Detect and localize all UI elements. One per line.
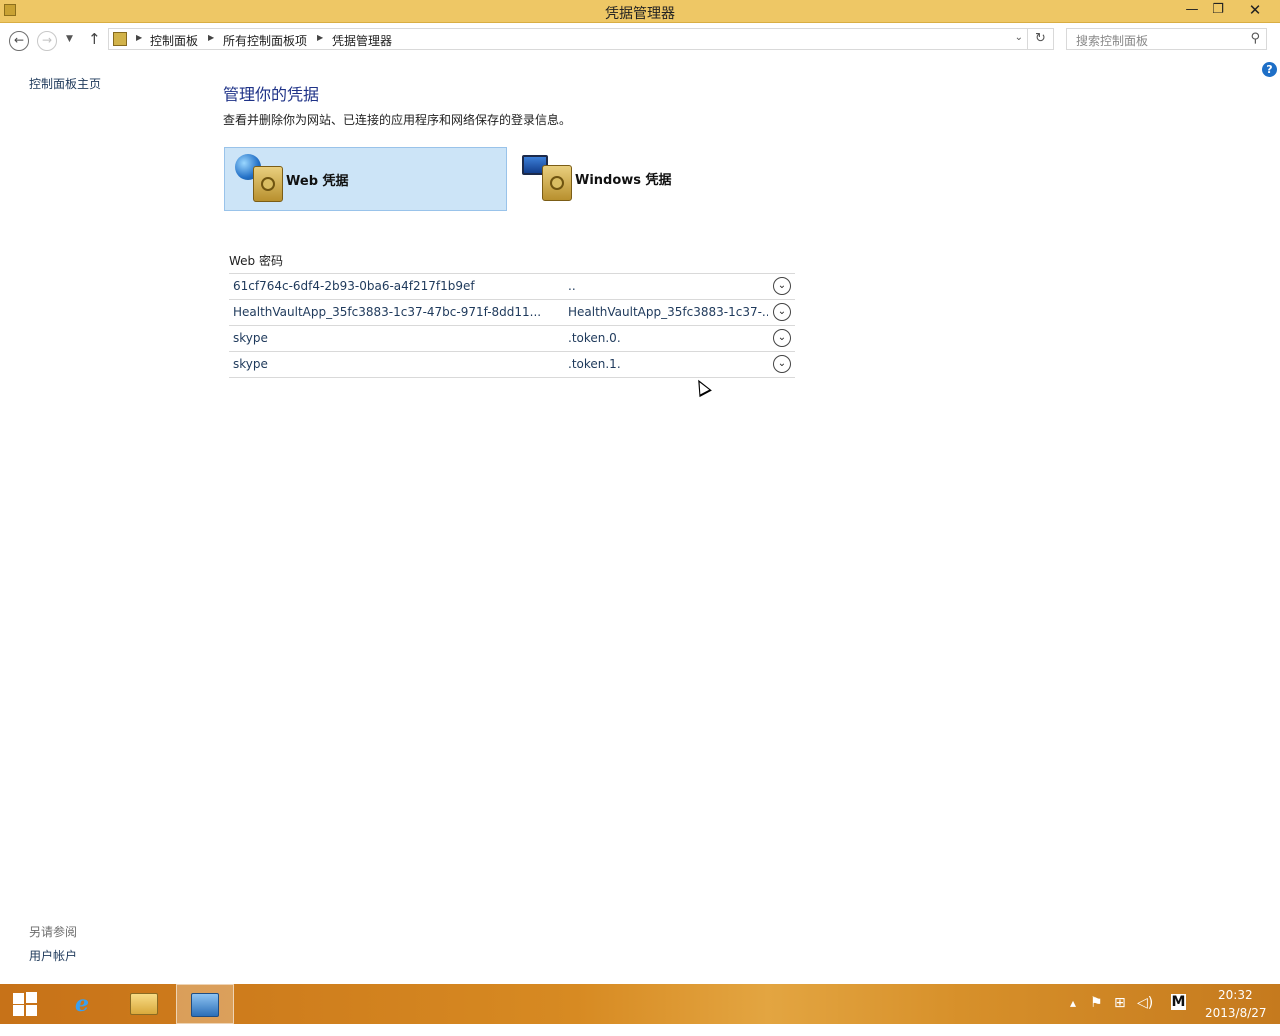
taskbar: e ▴ ⚑ ⊞ ◁) M: [0, 984, 1280, 1024]
breadcrumb-separator-icon[interactable]: ▶: [208, 33, 214, 42]
vault-icon: [253, 166, 283, 202]
expand-chevron-icon[interactable]: ⌄: [773, 329, 791, 347]
web-passwords-heading: Web 密码: [229, 254, 283, 268]
control-panel-home-link[interactable]: 控制面板主页: [29, 75, 101, 92]
credentials-list: 61cf764c-6df4-2b93-0ba6-a4f217f1b9ef .. …: [229, 273, 795, 378]
file-explorer-button[interactable]: [116, 984, 172, 1024]
help-icon[interactable]: ?: [1262, 62, 1277, 77]
windows-credentials-tile[interactable]: Windows 凭据: [514, 147, 797, 211]
web-credentials-label: Web 凭据: [286, 174, 349, 189]
address-dropdown-icon[interactable]: ⌄: [1015, 32, 1023, 43]
search-icon[interactable]: ⚲: [1250, 31, 1260, 46]
expand-chevron-icon[interactable]: ⌄: [773, 277, 791, 295]
start-button[interactable]: [0, 984, 50, 1024]
control-panel-icon: [191, 993, 219, 1017]
up-button[interactable]: ↑: [88, 30, 101, 48]
credential-row[interactable]: skype .token.1. ⌄: [229, 352, 795, 378]
credential-resource: skype: [233, 331, 268, 345]
credential-resource: HealthVaultApp_35fc3883-1c37-47bc-971f-8…: [233, 305, 542, 319]
control-panel-taskbar-button[interactable]: [176, 984, 234, 1024]
page-title: 管理你的凭据: [223, 85, 320, 104]
internet-explorer-button[interactable]: e: [54, 984, 110, 1024]
network-icon[interactable]: ⊞: [1114, 995, 1126, 1035]
forward-button[interactable]: →: [37, 31, 57, 51]
vault-icon: [542, 165, 572, 201]
clock-time[interactable]: 20:32: [1218, 988, 1253, 1002]
windows-credentials-label: Windows 凭据: [575, 173, 672, 188]
windows-logo-icon: [13, 992, 37, 1016]
restore-button[interactable]: ❐: [1204, 0, 1232, 21]
volume-icon[interactable]: ◁): [1137, 995, 1153, 1035]
clock-date[interactable]: 2013/8/27: [1205, 1006, 1267, 1020]
credential-resource: skype: [233, 357, 268, 371]
action-center-flag-icon[interactable]: ⚑: [1090, 995, 1103, 1035]
input-method-indicator[interactable]: M: [1171, 994, 1186, 1010]
back-button[interactable]: ←: [9, 31, 29, 51]
recent-locations-dropdown[interactable]: ▼: [66, 34, 73, 44]
search-placeholder: 搜索控制面板: [1076, 34, 1149, 48]
page-description: 查看并删除你为网站、已连接的应用程序和网络保存的登录信息。: [223, 113, 572, 127]
expand-chevron-icon[interactable]: ⌄: [773, 355, 791, 373]
breadcrumb-all-items[interactable]: 所有控制面板项: [223, 32, 307, 49]
breadcrumb-control-panel[interactable]: 控制面板: [150, 32, 198, 49]
credential-resource: 61cf764c-6df4-2b93-0ba6-a4f217f1b9ef: [233, 279, 475, 293]
mouse-cursor-icon: [692, 376, 712, 398]
folder-icon: [130, 993, 158, 1015]
window-title: 凭据管理器: [605, 6, 675, 22]
user-accounts-link[interactable]: 用户帐户: [29, 947, 77, 964]
credential-user: ..: [568, 279, 576, 293]
minimize-button[interactable]: —: [1178, 0, 1206, 21]
credential-user: HealthVaultApp_35fc3883-1c37-...: [568, 305, 768, 319]
breadcrumb-separator-icon[interactable]: ▶: [136, 33, 142, 42]
credential-row[interactable]: HealthVaultApp_35fc3883-1c37-47bc-971f-8…: [229, 300, 795, 326]
title-bar: 凭据管理器 — ❐ ✕: [0, 0, 1280, 23]
close-button[interactable]: ✕: [1240, 0, 1270, 21]
expand-chevron-icon[interactable]: ⌄: [773, 303, 791, 321]
web-credentials-tile[interactable]: Web 凭据: [224, 147, 507, 211]
control-panel-icon: [113, 32, 127, 46]
credential-row[interactable]: 61cf764c-6df4-2b93-0ba6-a4f217f1b9ef .. …: [229, 274, 795, 300]
credential-user: .token.0.: [568, 331, 621, 345]
show-hidden-icons-chevron-icon[interactable]: ▴: [1070, 996, 1076, 1036]
refresh-button[interactable]: ↻: [1028, 28, 1054, 50]
breadcrumb-separator-icon[interactable]: ▶: [317, 33, 323, 42]
breadcrumb-credential-manager[interactable]: 凭据管理器: [332, 32, 392, 49]
navigation-bar: ← → ▼ ↑ ▶ 控制面板 ▶ 所有控制面板项 ▶ 凭据管理器 ⌄ ↻ 搜索控…: [0, 23, 1280, 57]
credential-row[interactable]: skype .token.0. ⌄: [229, 326, 795, 352]
address-bar[interactable]: ▶ 控制面板 ▶ 所有控制面板项 ▶ 凭据管理器 ⌄: [108, 28, 1028, 50]
credential-user: .token.1.: [568, 357, 621, 371]
see-also-heading: 另请参阅: [29, 925, 78, 939]
search-input[interactable]: 搜索控制面板 ⚲: [1066, 28, 1267, 50]
